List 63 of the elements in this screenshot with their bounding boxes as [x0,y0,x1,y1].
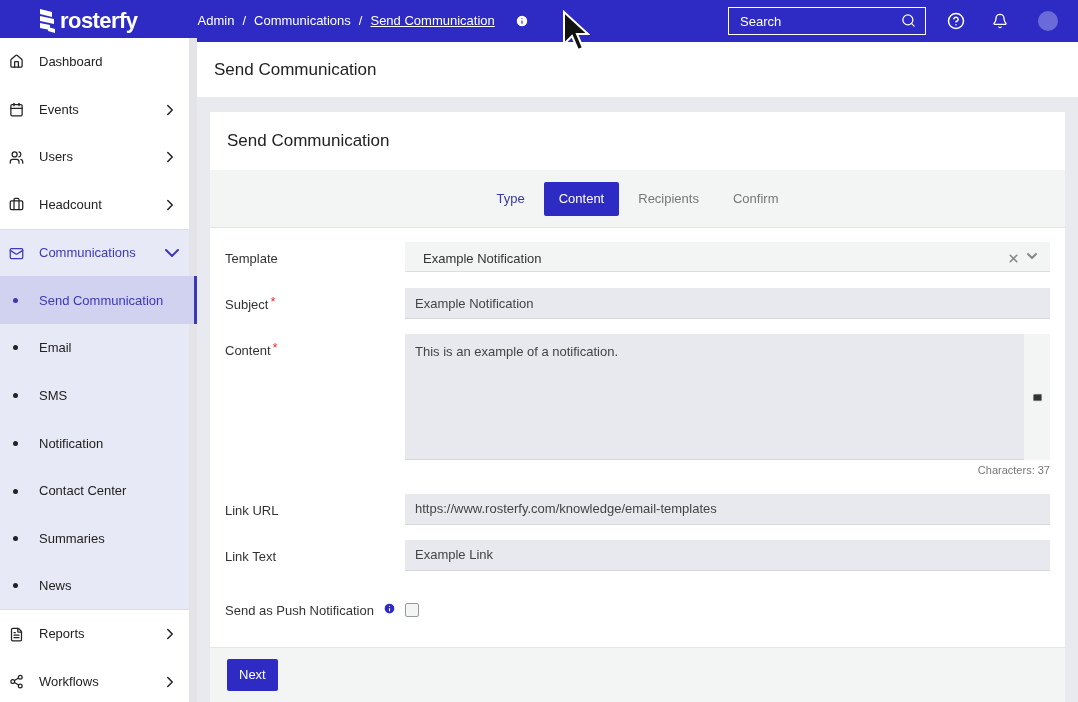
bullet-icon [13,393,18,399]
next-button[interactable]: Next [227,659,278,691]
sidebar-subitem[interactable]: Send Communication [0,276,197,325]
field-label: Content [225,342,271,360]
bullet-icon [13,345,18,351]
bullet-icon [13,583,18,589]
users-icon [9,149,24,165]
field-label: Template [225,250,278,268]
page-title: Send Communication [214,58,377,81]
bullet-icon [13,440,18,446]
sidebar-item[interactable]: Workflows [0,657,189,702]
logo-icon [38,8,56,34]
logo-text: rosterfy [60,10,138,32]
breadcrumb-link[interactable]: Communications [254,11,351,31]
required-mark: * [272,339,278,357]
text-field[interactable]: Example Notification [405,288,1050,319]
sidebar-subitem[interactable]: Summaries [0,514,189,563]
card-title: Send Communication [227,130,390,153]
content-field[interactable]: This is an example of a notification. [405,334,1024,460]
sidebar-item[interactable]: Events [0,85,189,134]
clear-icon[interactable] [1007,252,1020,265]
nodes-icon [9,674,24,690]
checkbox[interactable] [405,602,419,617]
step-tab[interactable]: Content [543,181,620,216]
home-icon [9,54,24,70]
breadcrumb-separator: / [358,12,363,31]
bullet-icon [13,297,18,303]
sidebar-item[interactable]: Users [0,133,189,182]
help-icon[interactable] [947,12,965,30]
sidebar-subitem[interactable]: Email [0,324,189,372]
sidebar-subitem[interactable]: News [0,562,189,611]
field-label: Link Text [225,547,277,566]
notification-icon[interactable] [992,13,1008,29]
chevron-down-icon [165,249,179,258]
info-icon[interactable] [514,14,529,28]
sidebar-subitem[interactable]: Notification [0,419,189,468]
field-label: Subject [225,296,269,314]
search-field[interactable]: Search [728,7,926,35]
sidebar-item[interactable]: Headcount [0,181,189,229]
field-label: Link URL [225,501,279,520]
text-field[interactable]: Example Link [405,539,1050,571]
field-label: Send as Push Notification [225,601,374,620]
sidebar-subitem[interactable]: SMS [0,371,189,420]
sidebar-item[interactable]: Dashboard [0,38,189,86]
character-count: Characters: 37 [977,463,1050,478]
bullet-icon [13,536,18,542]
breadcrumb-link[interactable]: Admin [197,11,235,31]
required-mark: * [270,293,276,311]
template-select[interactable]: Example Notification [405,242,1050,272]
breadcrumb-link[interactable]: Send Communication [370,11,495,31]
bullet-icon [13,488,18,494]
step-tab[interactable]: Type [481,181,540,216]
sidebar-item[interactable]: Reports [0,610,189,658]
document-icon [9,626,24,642]
step-tab[interactable]: Confirm [717,181,794,216]
sidebar-subitem[interactable]: Contact Center [0,467,189,515]
calendar-icon [9,102,24,118]
sidebar-item[interactable]: Communications [0,228,189,277]
text-field[interactable]: https://www.rosterfy.com/knowledge/email-templates [405,493,1050,525]
search-icon [901,13,916,28]
briefcase-icon [9,197,24,213]
step-tab[interactable]: Recipients [623,181,714,216]
breadcrumb-separator: / [242,12,246,31]
